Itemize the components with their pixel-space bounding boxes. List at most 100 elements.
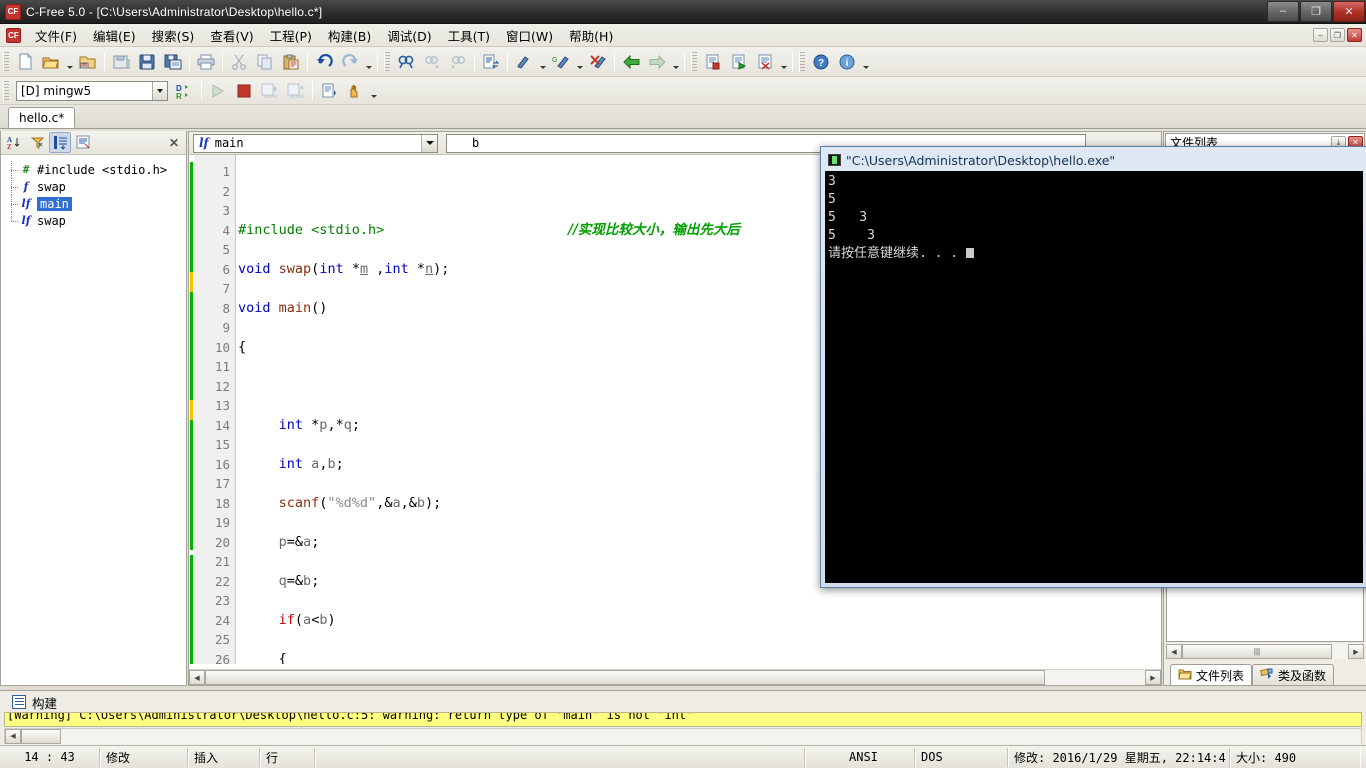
chevron-down-icon[interactable] [152,81,167,100]
debug-continue-icon[interactable] [205,79,231,103]
document-icon: CF [6,27,21,43]
pause-hand-icon[interactable] [342,79,368,103]
scroll-left-icon[interactable]: ◀ [5,728,21,744]
toolbar-separator [222,52,223,71]
menu-file[interactable]: 文件(F) [27,23,85,48]
scroll-left-icon[interactable]: ◀ [189,670,205,685]
close-button[interactable]: ✕ [1333,0,1365,22]
undo-icon[interactable] [311,50,337,74]
tab-hello-c[interactable]: hello.c* [8,107,76,128]
step-into-icon[interactable]: 10101 [257,79,283,103]
tab-file-list[interactable]: 文件列表 [1170,664,1253,685]
find-icon[interactable] [393,50,419,74]
file-list-horizontal-scrollbar[interactable]: ◀ ||| ▶ [1166,643,1364,660]
menu-edit[interactable]: 编辑(E) [85,23,144,48]
step-over-icon[interactable]: 10101 [283,79,309,103]
compile-run-icon[interactable] [752,50,778,74]
close-panel-icon[interactable]: ✕ [166,135,182,151]
build-horizontal-scrollbar[interactable]: ◀ [4,728,1362,744]
toolbar-grip[interactable] [3,51,9,72]
help-caret-icon[interactable] [860,50,871,74]
scroll-track[interactable] [21,728,1361,744]
maximize-restore-button[interactable]: ❐ [1300,0,1332,22]
tree-item-swap-impl[interactable]: lf swap [7,212,186,229]
build-warning-row[interactable]: [Warning] C:\Users\Administrator\Desktop… [4,712,1362,727]
console-line-3: 5 3 [828,210,868,225]
cut-icon[interactable] [226,50,252,74]
compiler-select[interactable]: [D] mingw5 [16,80,168,101]
about-icon[interactable]: i [834,50,860,74]
watch-window-icon[interactable] [316,79,342,103]
console-window[interactable]: "C:\Users\Administrator\Desktop\hello.ex… [820,146,1366,588]
copy-icon[interactable] [252,50,278,74]
properties-icon[interactable] [72,132,94,153]
menu-project[interactable]: 工程(P) [262,23,320,48]
run-debug-icon[interactable]: D R [172,79,198,103]
menu-search[interactable]: 搜索(S) [144,23,203,48]
save-all-icon[interactable] [108,50,134,74]
menu-tools[interactable]: 工具(T) [440,23,498,48]
scroll-thumb[interactable]: ||| [1182,644,1332,659]
line-number: 16 [214,456,230,472]
scroll-track[interactable]: ||| [1182,644,1348,659]
chevron-down-icon[interactable] [421,134,437,152]
help-icon[interactable]: ? [808,50,834,74]
menu-view[interactable]: 查看(V) [202,23,261,48]
build-options-caret-icon[interactable] [537,50,548,74]
editor-horizontal-scrollbar[interactable]: ◀ ▶ [189,669,1161,685]
rebuild-icon[interactable]: G [548,50,574,74]
stop-icon[interactable] [231,79,257,103]
new-file-icon[interactable] [12,50,38,74]
tab-classes-functions[interactable]: 类及函数 [1252,664,1335,685]
new-project-icon[interactable] [75,50,101,74]
scope-select[interactable]: lf main [193,133,438,153]
tree-item-swap-decl[interactable]: f swap [7,178,186,195]
scroll-left-icon[interactable]: ◀ [1166,644,1182,659]
scroll-right-icon[interactable]: ▶ [1145,670,1161,685]
find-next-icon[interactable] [419,50,445,74]
tree-item-include[interactable]: # #include <stdio.h> [7,161,186,178]
stop-build-icon[interactable] [585,50,611,74]
run-options-caret-icon[interactable] [778,50,789,74]
save-icon[interactable] [134,50,160,74]
toolbar-grip[interactable] [3,80,9,101]
toolbar-grip[interactable] [384,51,390,72]
scroll-thumb[interactable] [205,670,1045,685]
toolbar-grip[interactable] [691,51,697,72]
view-list-icon[interactable] [49,132,71,153]
build-icon[interactable] [511,50,537,74]
scroll-right-icon[interactable]: ▶ [1348,644,1364,659]
back-icon[interactable] [618,50,644,74]
mdi-restore-button[interactable]: ❐ [1330,28,1345,42]
scroll-thumb[interactable] [21,728,61,744]
run-icon[interactable] [726,50,752,74]
minimize-button[interactable]: – [1267,0,1299,22]
mdi-close-button[interactable]: ✕ [1347,28,1362,42]
undo-history-caret-icon[interactable] [363,50,374,74]
menu-debug[interactable]: 调试(D) [379,23,439,48]
menu-help[interactable]: 帮助(H) [561,23,621,48]
navigate-caret-icon[interactable] [670,50,681,74]
save-copy-icon[interactable] [160,50,186,74]
tree-item-main[interactable]: lf main [7,195,186,212]
toolbar-grip[interactable] [799,51,805,72]
paste-icon[interactable] [278,50,304,74]
forward-icon[interactable] [644,50,670,74]
print-icon[interactable] [193,50,219,74]
sort-az-icon[interactable]: AZ [3,132,25,153]
open-folder-icon[interactable] [38,50,64,74]
debug-caret-icon[interactable] [368,79,379,103]
filter-icon[interactable] [26,132,48,153]
menu-build[interactable]: 构建(B) [320,23,379,48]
rebuild-options-caret-icon[interactable] [574,50,585,74]
open-recent-caret-icon[interactable] [64,50,75,74]
scroll-track[interactable] [205,670,1145,685]
console-output[interactable]: 3 5 5 3 5 3 请按任意键继续. . . [825,171,1363,583]
find-prev-icon[interactable] [445,50,471,74]
compile-icon[interactable] [700,50,726,74]
redo-icon[interactable] [337,50,363,74]
menu-window[interactable]: 窗口(W) [498,23,561,48]
replace-icon[interactable] [478,50,504,74]
app-logo-icon: CF [5,3,21,20]
mdi-minimize-button[interactable]: – [1313,28,1328,42]
